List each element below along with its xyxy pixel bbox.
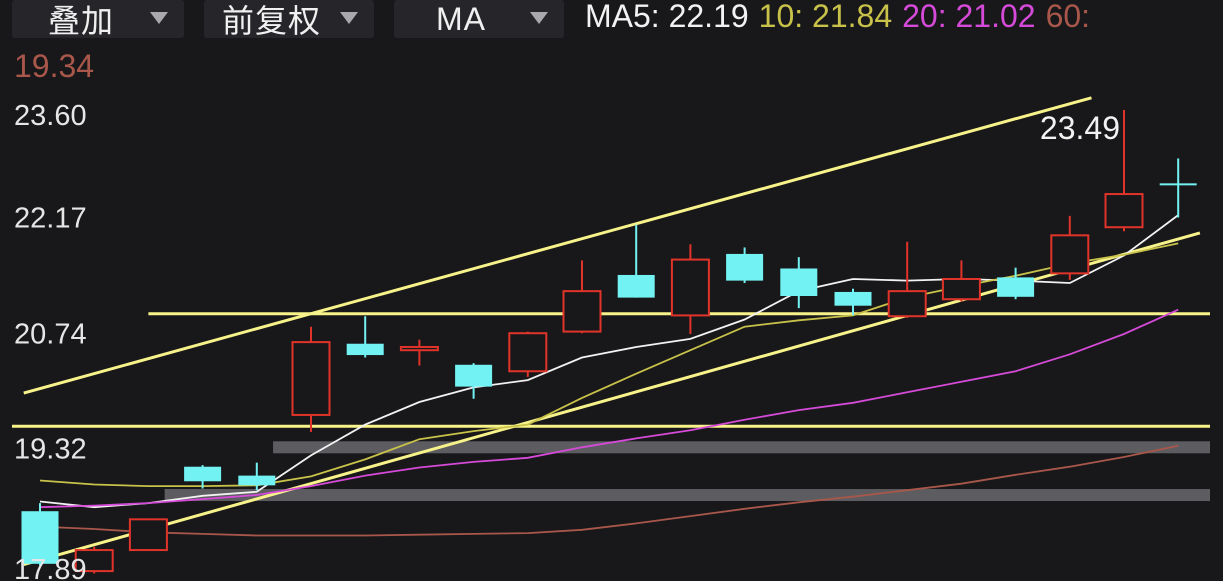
y-tick-label: 17.89 <box>14 554 87 581</box>
support-band-1 <box>273 441 1210 454</box>
candle-body <box>670 258 710 317</box>
candle-12 <box>617 224 655 298</box>
candle-body <box>617 274 655 298</box>
candle-11 <box>562 260 602 334</box>
candle-body <box>834 291 872 306</box>
candle-18 <box>941 260 981 302</box>
candle-14 <box>726 247 764 284</box>
upper-channel-line <box>23 96 1092 395</box>
candle-body <box>1104 193 1144 229</box>
candle-body <box>184 466 222 482</box>
y-tick-label: 19.32 <box>14 433 87 465</box>
candle-body <box>291 341 331 416</box>
candle-body <box>562 290 602 333</box>
candle-body <box>941 278 981 301</box>
candle-20 <box>1050 215 1090 280</box>
candle-13 <box>670 244 710 335</box>
y-tick-label: 20.74 <box>14 318 87 350</box>
candle-body <box>399 345 439 352</box>
candle-8 <box>399 339 439 366</box>
candle-15 <box>780 257 818 309</box>
candle-body <box>128 518 168 552</box>
candle-body <box>346 343 384 356</box>
support-band-2 <box>164 489 1210 502</box>
candle-body <box>455 364 493 387</box>
ma5-line <box>39 214 1179 509</box>
candle-body <box>997 277 1035 297</box>
candle-body <box>1159 183 1197 186</box>
candle-body <box>508 332 548 373</box>
candle-7 <box>346 316 384 358</box>
candle-body <box>726 253 764 281</box>
candle-6 <box>291 326 331 432</box>
candle-3 <box>128 518 168 552</box>
candlestick-chart: 23.60 22.17 20.74 19.32 17.89 23.49 <box>12 96 1210 581</box>
y-tick-label: 22.17 <box>14 203 87 235</box>
max-price-label: 23.49 <box>1040 110 1120 146</box>
y-tick-label: 23.60 <box>14 100 87 132</box>
candle-22 <box>1159 158 1197 218</box>
candle-10 <box>508 331 548 377</box>
candle-9 <box>455 363 493 399</box>
candle-body <box>1050 234 1090 275</box>
candle-body <box>238 475 276 486</box>
candle-body <box>887 290 927 318</box>
candle-body <box>780 268 818 296</box>
